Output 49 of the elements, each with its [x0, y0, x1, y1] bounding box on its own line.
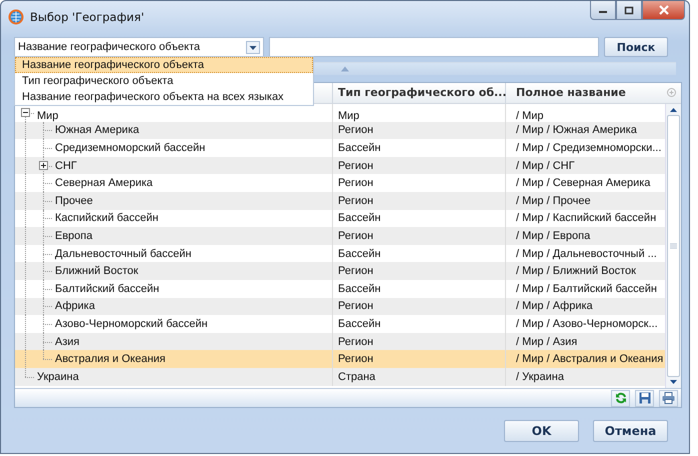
full-name-cell: / Мир [516, 110, 544, 122]
type-cell: Бассейн [338, 248, 381, 260]
node-name: Каспийский бассейн [55, 212, 158, 224]
full-name-cell: / Мир / Европа [516, 230, 590, 242]
node-name: Азия [55, 336, 80, 348]
node-name: Ближний Восток [55, 265, 138, 278]
full-name-cell: / Мир / Средиземноморски... [516, 142, 662, 154]
type-cell: Бассейн [338, 318, 381, 330]
full-name-cell: / Мир / Дальневосточный ... [516, 248, 657, 260]
node-name: Южная Америка [55, 124, 140, 136]
type-cell: Регион [338, 177, 374, 190]
type-cell: Мир [338, 110, 360, 122]
node-name: Украина [37, 370, 79, 383]
node-name: Прочее [55, 194, 93, 207]
type-cell: Бассейн [338, 142, 381, 154]
node-name: Балтийский бассейн [55, 282, 160, 295]
full-name-cell: / Мир / Балтийский бассейн [516, 282, 657, 295]
type-cell: Регион [338, 353, 374, 366]
node-name: Африка [55, 300, 95, 312]
node-name: СНГ [55, 160, 77, 172]
full-name-cell: / Мир / Азово-Черноморск... [516, 318, 658, 330]
node-name: Европа [55, 230, 92, 242]
type-cell: Регион [338, 194, 374, 207]
full-name-cell: / Мир / Азия [516, 336, 578, 348]
node-name: Азово-Черноморский бассейн [55, 318, 208, 330]
type-cell: Регион [338, 160, 374, 172]
type-cell: Регион [338, 300, 374, 312]
type-cell: Бассейн [338, 212, 381, 224]
type-cell: Бассейн [338, 282, 381, 295]
type-cell: Регион [338, 230, 374, 242]
node-name: Дальневосточный бассейн [55, 248, 192, 260]
node-name: Северная Америка [55, 177, 153, 190]
full-name-cell: / Мир / Каспийский бассейн [516, 212, 656, 224]
full-name-cell: / Мир / Северная Америка [516, 177, 650, 190]
full-name-cell: / Мир / Африка [516, 300, 593, 312]
full-name-cell: / Мир / Прочее [516, 194, 591, 207]
full-name-cell: / Мир / СНГ [516, 160, 575, 172]
full-name-cell: / Мир / Южная Америка [516, 124, 637, 136]
type-cell: Регион [338, 124, 374, 136]
full-name-cell: / Мир / Австралия и Океания [516, 353, 664, 366]
type-cell: Регион [338, 336, 374, 348]
node-name: Средиземноморский бассейн [55, 142, 206, 154]
type-cell: Регион [338, 265, 374, 278]
node-name: Австралия и Океания [55, 353, 166, 366]
full-name-cell: / Украина [516, 370, 564, 383]
full-name-cell: / Мир / Ближний Восток [516, 265, 636, 278]
window-title: Выбор 'География' [30, 10, 144, 24]
type-cell: Страна [338, 370, 376, 383]
node-name: Мир [37, 110, 58, 122]
